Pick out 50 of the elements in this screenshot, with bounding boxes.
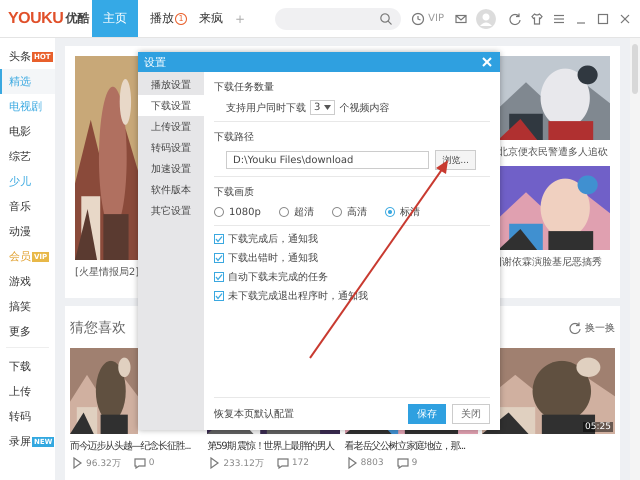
- sidebar-item[interactable]: 下载: [0, 354, 55, 379]
- settings-nav-item[interactable]: 转码设置: [138, 137, 204, 158]
- nav-tab[interactable]: 播放 1: [144, 0, 193, 37]
- play-count: 8803: [360, 458, 384, 468]
- sidebar-item[interactable]: 游戏: [0, 269, 55, 294]
- sidebar-item[interactable]: 音乐: [0, 194, 55, 219]
- field-label: 个视频内容: [339, 102, 390, 114]
- comment-count: 0: [148, 458, 154, 468]
- play-count: 96.32万: [86, 458, 121, 470]
- section-heading: 下载路径: [214, 130, 255, 144]
- sidebar-item[interactable]: 综艺: [0, 144, 55, 169]
- radio-label: 1080p: [229, 206, 261, 218]
- video-title[interactable]: 看老岳父公树立家庭地位，那...: [344, 439, 465, 453]
- settings-nav-item[interactable]: 上传设置: [138, 116, 204, 137]
- comment-count: 9: [412, 458, 418, 468]
- section-title: 猜您喜欢: [70, 319, 126, 337]
- sidebar-item[interactable]: 电影: [0, 119, 55, 144]
- sidebar-item[interactable]: 上传: [0, 379, 55, 404]
- settings-nav-item[interactable]: 播放设置: [138, 74, 204, 95]
- reset-link[interactable]: 恢复本页默认配置: [214, 407, 402, 421]
- nav-tab[interactable]: 来疯: [193, 0, 229, 37]
- video-title[interactable]: 第59期 震惊！世界上最胖的男人: [207, 439, 334, 453]
- settings-nav-item[interactable]: 其它设置: [138, 200, 204, 221]
- duration-label: 05:25: [583, 422, 613, 432]
- checkbox-label: 自动下载未完成的任务: [228, 270, 328, 284]
- count-badge: 1: [175, 12, 187, 24]
- sidebar-item[interactable]: 转码: [0, 404, 55, 429]
- settings-nav-item[interactable]: 下载设置: [138, 95, 204, 116]
- radio-label: 超清: [294, 206, 314, 219]
- video-title[interactable]: 而今迈步从头越—纪念长征胜...: [70, 439, 190, 453]
- settings-nav-item[interactable]: 加速设置: [138, 158, 204, 179]
- settings-nav-item[interactable]: 软件版本: [138, 179, 204, 200]
- checkbox-label: 下载完成后，通知我: [228, 232, 318, 246]
- section-heading: 下载画质: [214, 186, 255, 199]
- count-dropdown[interactable]: 3: [310, 100, 336, 115]
- section-heading: 下载任务数量: [214, 80, 275, 94]
- dialog-title: 设置: [144, 54, 166, 70]
- logo-text: 优酷: [65, 10, 90, 27]
- sidebar-item[interactable]: 更多: [0, 319, 55, 344]
- comment-count: 172: [292, 458, 310, 468]
- checkbox-label: 下载出错时，通知我: [228, 252, 318, 265]
- logo-text: YOUKU: [8, 10, 64, 28]
- sidebar-item[interactable]: 搞笑: [0, 294, 55, 319]
- field-label: 支持用户同时下载: [226, 102, 306, 114]
- sidebar-item[interactable]: 动漫: [0, 219, 55, 244]
- dialog-button[interactable]: 关闭: [452, 404, 490, 424]
- refresh-button[interactable]: 换一换: [568, 321, 615, 335]
- radio-label: 高清: [346, 206, 367, 219]
- path-field[interactable]: D:\Youku Files\download: [226, 151, 430, 169]
- play-count: 233.12万: [223, 458, 264, 470]
